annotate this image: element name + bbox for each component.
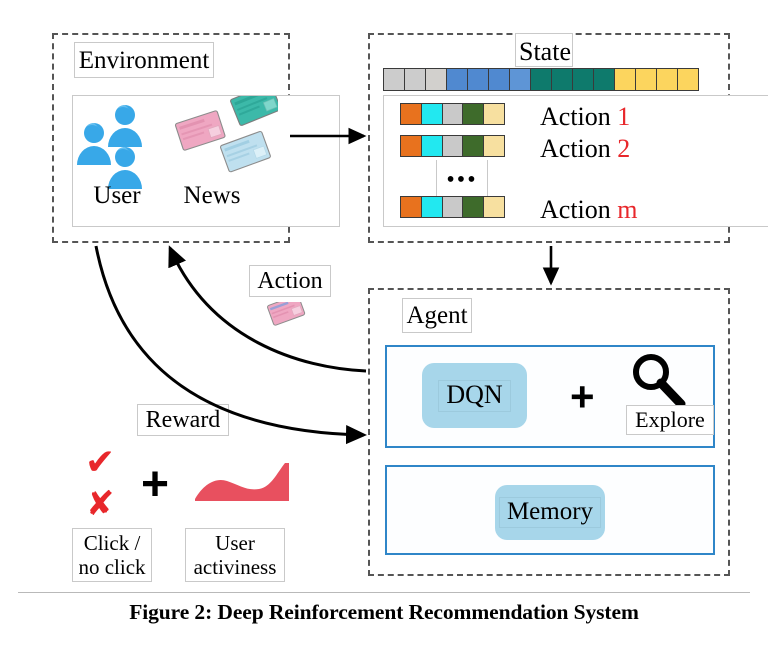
state-cell (677, 68, 700, 91)
action-flow-label: Action (257, 268, 323, 294)
figure-caption: Figure 2: Deep Reinforcement Recommendat… (129, 600, 639, 624)
actions-ellipsis: ••• (446, 167, 478, 193)
action-text-2: Action (540, 134, 618, 163)
action-cell (462, 103, 485, 125)
click-label-line2: no click (78, 555, 146, 579)
action-cell (400, 196, 422, 218)
action-text-m: Action (540, 195, 618, 224)
state-cell (551, 68, 574, 91)
explore-label: Explore (635, 407, 705, 432)
action-index-1: 1 (617, 102, 631, 131)
action-cell (400, 135, 422, 157)
action-vector-2 (400, 135, 506, 157)
action-text-1: Action (540, 102, 618, 131)
state-cell (635, 68, 658, 91)
action-cell (462, 196, 485, 218)
state-cell (467, 68, 490, 91)
action-cell (462, 135, 485, 157)
action-index-2: 2 (617, 134, 631, 163)
action-cell (441, 103, 464, 125)
action-cell (483, 135, 506, 157)
action-label-m: Action m (540, 196, 720, 223)
caption-divider (18, 592, 750, 593)
memory-chip[interactable]: Memory (495, 485, 605, 540)
state-cell (656, 68, 679, 91)
agent-plus-sign: + (570, 373, 595, 420)
click-label-tag: Click / no click (72, 528, 152, 582)
state-cell (572, 68, 595, 91)
user-label: User (93, 182, 141, 209)
state-cell (614, 68, 637, 91)
cross-mark-icon: ✘ (86, 484, 115, 524)
news-label: News (183, 182, 241, 209)
state-cell (593, 68, 616, 91)
state-cell (404, 68, 427, 91)
action-cell (483, 196, 506, 218)
state-cell (425, 68, 448, 91)
action-label-1: Action 1 (540, 103, 720, 130)
figure-container: Environment User News State Action 1 Act… (0, 0, 768, 651)
activiness-label-line2: activiness (193, 555, 277, 579)
action-cell (420, 135, 443, 157)
action-label-2: Action 2 (540, 135, 720, 162)
action-vector-1 (400, 103, 506, 125)
environment-title-tag: Environment (74, 42, 214, 78)
action-cell (441, 196, 464, 218)
action-index-m: m (617, 195, 638, 224)
state-cell (488, 68, 511, 91)
state-cell (383, 68, 406, 91)
magnifier-icon (633, 354, 686, 409)
reward-flow-tag: Reward (137, 404, 229, 436)
action-cell (400, 103, 422, 125)
action-flow-tag: Action (249, 265, 331, 297)
news-icons-group (174, 96, 278, 173)
environment-title: Environment (78, 46, 210, 74)
memory-label: Memory (498, 497, 602, 528)
action-vector-m (400, 196, 506, 218)
state-title: State (519, 37, 571, 66)
state-cell (509, 68, 532, 91)
check-mark-icon: ✔ (85, 442, 116, 483)
explore-label-tag: Explore (626, 405, 714, 435)
action-cell (420, 103, 443, 125)
activiness-label-tag: User activiness (185, 528, 285, 582)
action-news-card-icon (267, 302, 306, 326)
agent-title: Agent (406, 302, 468, 329)
action-cell (420, 196, 443, 218)
action-cell (441, 135, 464, 157)
dqn-label: DQN (438, 379, 511, 412)
reward-flow-label: Reward (145, 407, 221, 433)
click-label-line1: Click / (83, 530, 141, 555)
state-vector (383, 68, 700, 91)
state-cell (446, 68, 469, 91)
activiness-label-line1: User (215, 530, 255, 555)
action-cell (483, 103, 506, 125)
dqn-chip[interactable]: DQN (422, 363, 527, 428)
reward-plus-sign: + (141, 458, 170, 511)
state-cell (530, 68, 553, 91)
agent-title-tag: Agent (402, 298, 472, 333)
activity-curve-icon (195, 463, 289, 501)
